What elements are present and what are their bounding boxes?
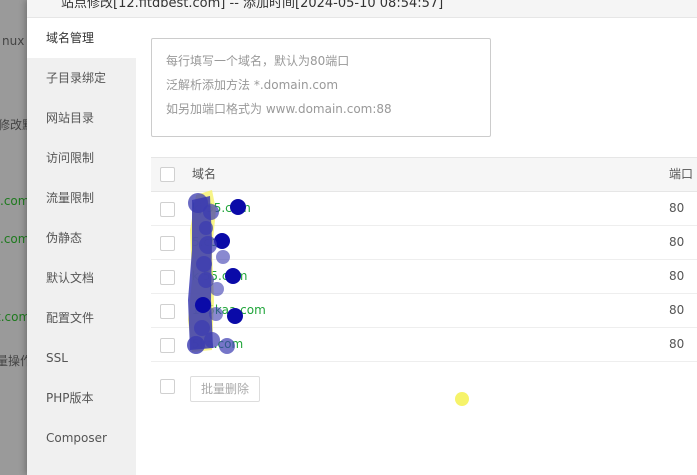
column-header-port: 端口 bbox=[669, 167, 694, 181]
modal-title-bar: 站点修改[12.fitdbest.com] -- 添加时间[2024-05-10… bbox=[27, 0, 697, 18]
sidebar-item-site-directory[interactable]: 网站目录 bbox=[27, 98, 136, 138]
modal-title: 站点修改[12.fitdbest.com] -- 添加时间[2024-05-10… bbox=[61, 0, 444, 11]
table-row: kj 55.com 80 bbox=[151, 192, 697, 226]
column-header-domain: 域名 bbox=[192, 167, 217, 181]
settings-sidebar: 域名管理 子目录绑定 网站目录 访问限制 流量限制 伪静态 默认文档 配置文件 … bbox=[27, 18, 136, 475]
domain-link[interactable]: 5.com bbox=[192, 226, 229, 259]
sidebar-item-config-file[interactable]: 配置文件 bbox=[27, 298, 136, 338]
select-all-checkbox[interactable] bbox=[160, 167, 175, 182]
sidebar-item-traffic-limit[interactable]: 流量限制 bbox=[27, 178, 136, 218]
table-row: 5.com 80 bbox=[151, 226, 697, 260]
port-value: 80 bbox=[669, 303, 685, 317]
placeholder-line: 泛解析添加方法 *.domain.com bbox=[166, 78, 339, 92]
domain-link[interactable]: kj 55.com bbox=[192, 192, 251, 225]
row-checkbox[interactable] bbox=[160, 338, 175, 353]
row-checkbox[interactable] bbox=[160, 236, 175, 251]
site-edit-modal: 站点修改[12.fitdbest.com] -- 添加时间[2024-05-10… bbox=[27, 0, 697, 475]
background-link: t.com bbox=[0, 310, 31, 324]
sidebar-item-rewrite[interactable]: 伪静态 bbox=[27, 218, 136, 258]
table-row: k 55.com 80 bbox=[151, 260, 697, 294]
placeholder-line: 每行填写一个域名，默认为80端口 bbox=[166, 54, 350, 68]
port-value: 80 bbox=[669, 337, 685, 351]
background-link: .com bbox=[0, 232, 30, 246]
sidebar-item-ssl[interactable]: SSL bbox=[27, 338, 136, 378]
port-value: 80 bbox=[669, 201, 685, 215]
table-header: 域名 端口 bbox=[151, 157, 697, 192]
sidebar-item-access-restriction[interactable]: 访问限制 bbox=[27, 138, 136, 178]
port-value: 80 bbox=[669, 235, 685, 249]
row-checkbox[interactable] bbox=[160, 202, 175, 217]
sidebar-item-domain-management[interactable]: 域名管理 bbox=[27, 18, 136, 58]
row-checkbox[interactable] bbox=[160, 304, 175, 319]
sidebar-item-subdirectory-binding[interactable]: 子目录绑定 bbox=[27, 58, 136, 98]
domain-link[interactable]: 5ka.com bbox=[192, 328, 243, 361]
batch-delete-button[interactable]: 批量删除 bbox=[190, 376, 260, 402]
sidebar-item-default-document[interactable]: 默认文档 bbox=[27, 258, 136, 298]
sidebar-item-composer[interactable]: Composer bbox=[27, 418, 136, 458]
background-link: .com bbox=[0, 194, 30, 208]
domain-input[interactable]: 每行填写一个域名，默认为80端口 泛解析添加方法 *.domain.com 如另… bbox=[151, 38, 491, 137]
domain-link[interactable]: 135kaa.com bbox=[192, 294, 266, 327]
domain-table: 域名 端口 kj 55.com 80 5.com 80 k 55.com 80 bbox=[151, 157, 697, 362]
port-value: 80 bbox=[669, 269, 685, 283]
domain-link[interactable]: k 55.com bbox=[192, 260, 247, 293]
background-text: nux bbox=[2, 34, 25, 48]
row-checkbox[interactable] bbox=[160, 270, 175, 285]
table-row: 5ka.com 80 bbox=[151, 328, 697, 362]
sidebar-item-php-version[interactable]: PHP版本 bbox=[27, 378, 136, 418]
table-row: 135kaa.com 80 bbox=[151, 294, 697, 328]
placeholder-line: 如另加端口格式为 www.domain.com:88 bbox=[166, 102, 392, 116]
batch-select-checkbox[interactable] bbox=[160, 379, 175, 394]
domain-management-panel: 每行填写一个域名，默认为80端口 泛解析添加方法 *.domain.com 如另… bbox=[136, 18, 697, 475]
